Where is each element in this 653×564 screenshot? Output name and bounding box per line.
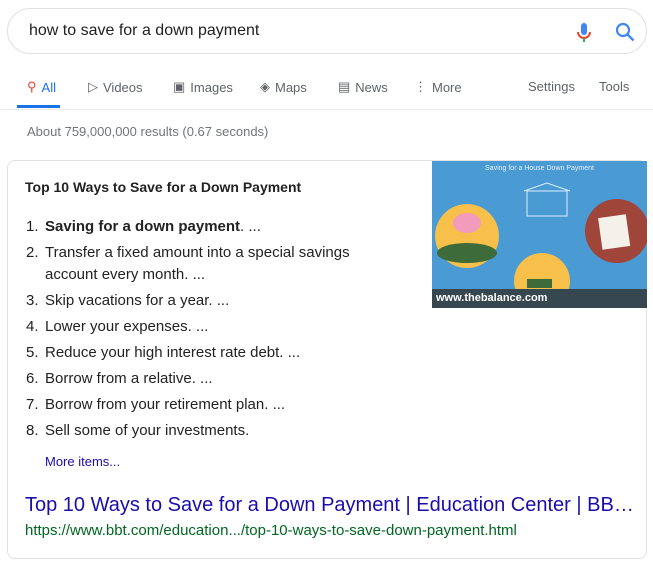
item-number: 3. [26, 292, 39, 309]
tools-link[interactable]: Tools [599, 79, 629, 94]
map-icon: ◈ [260, 79, 270, 94]
item-text: Transfer a fixed amount into a special s… [45, 244, 350, 283]
list-item: 6. Borrow from a relative. ... [26, 366, 426, 392]
tab-label: Videos [103, 79, 143, 95]
tab-label: Images [190, 79, 233, 95]
item-text: . ... [240, 218, 261, 235]
item-number: 7. [26, 396, 39, 413]
result-stats: About 759,000,000 results (0.67 seconds) [27, 124, 269, 139]
news-icon: ▤ [338, 79, 351, 94]
item-text: Lower your expenses. ... [45, 318, 209, 335]
tab-maps[interactable]: ◈ Maps [260, 79, 307, 95]
list-item: 2. Transfer a fixed amount into a special… [26, 240, 426, 288]
snippet-image[interactable]: Saving for a House Down Payment www.theb… [432, 161, 647, 308]
search-tabs: ⚲ All ▷ Videos ▣ Images ◈ Maps ▤ News ⋮ More S… [0, 72, 653, 110]
active-tab-indicator [17, 105, 60, 108]
tab-label: All [41, 79, 56, 95]
image-source: www.thebalance.com [432, 289, 647, 308]
tab-all[interactable]: ⚲ All [27, 79, 56, 95]
item-text: Reduce your high interest rate debt. ... [45, 344, 301, 361]
search-icon: ⚲ [27, 79, 37, 94]
image-icon: ▣ [173, 79, 186, 94]
item-text: Sell some of your investments. [45, 422, 250, 439]
item-bold: Saving for a down payment [45, 218, 241, 235]
snippet-title: Top 10 Ways to Save for a Down Payment [25, 179, 302, 195]
item-text: Borrow from your retirement plan. ... [45, 396, 286, 413]
list-item: 8. Sell some of your investments. [26, 418, 426, 444]
list-item: 1. Saving for a down payment. ... [26, 214, 426, 240]
savings-illustration [435, 182, 647, 308]
tab-images[interactable]: ▣ Images [173, 79, 233, 95]
list-item: 7. Borrow from your retirement plan. ... [26, 392, 426, 418]
result-link[interactable]: Top 10 Ways to Save for a Down Payment |… [25, 494, 634, 517]
tab-label: News [355, 79, 388, 95]
list-item: 3. Skip vacations for a year. ... [26, 288, 426, 314]
tab-more[interactable]: ⋮ More [414, 79, 462, 95]
item-text: Borrow from a relative. ... [45, 370, 213, 387]
more-items-link[interactable]: More items... [45, 454, 120, 469]
item-number: 8. [26, 422, 39, 439]
settings-link[interactable]: Settings [528, 79, 575, 94]
play-icon: ▷ [88, 79, 98, 94]
item-number: 4. [26, 318, 39, 335]
tab-news[interactable]: ▤ News [338, 79, 388, 95]
featured-snippet: Top 10 Ways to Save for a Down Payment 1… [7, 160, 647, 559]
item-number: 1. [26, 218, 39, 235]
item-number: 6. [26, 370, 39, 387]
tab-label: Maps [275, 79, 307, 95]
list-item: 5. Reduce your high interest rate debt. .… [26, 340, 426, 366]
search-input[interactable]: how to save for a down payment [29, 22, 259, 40]
tab-label: More [432, 79, 462, 95]
item-number: 2. [26, 244, 39, 261]
more-vert-icon: ⋮ [414, 79, 427, 94]
snippet-list: 1. Saving for a down payment. ... 2. Trans… [26, 214, 426, 444]
microphone-icon[interactable] [575, 22, 593, 44]
search-icon[interactable] [615, 22, 635, 42]
list-item: 4. Lower your expenses. ... [26, 314, 426, 340]
tab-videos[interactable]: ▷ Videos [88, 79, 143, 95]
search-box[interactable]: how to save for a down payment [7, 8, 647, 54]
item-text: Skip vacations for a year. ... [45, 292, 230, 309]
item-number: 5. [26, 344, 39, 361]
result-url: https://www.bbt.com/education.../top-10-… [25, 522, 517, 539]
